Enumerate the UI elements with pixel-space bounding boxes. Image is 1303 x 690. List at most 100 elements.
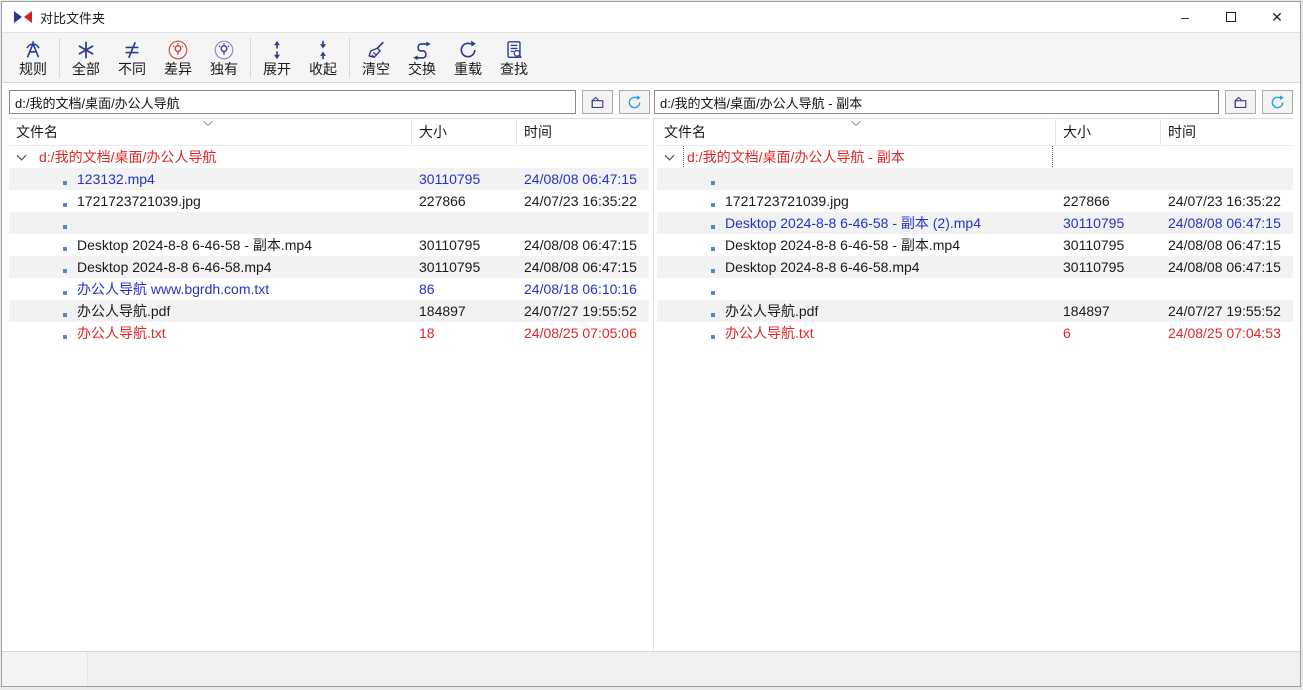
size-cell: 86 <box>412 281 517 297</box>
swap-icon <box>411 39 433 61</box>
file-name: 1721723721039.jpg <box>77 193 201 209</box>
column-header-filename[interactable]: 文件名 <box>9 119 412 145</box>
missing-file-row[interactable] <box>9 212 649 234</box>
window-title: 对比文件夹 <box>40 8 105 27</box>
column-header-time[interactable]: 时间 <box>517 119 649 145</box>
file-row[interactable]: 1721723721039.jpg 227866 24/07/23 16:35:… <box>9 190 649 212</box>
toolbar-button-label: 展开 <box>263 62 291 77</box>
toolbar-button-交换[interactable]: 交换 <box>399 35 445 81</box>
file-dot-icon <box>711 335 715 339</box>
time-cell: 24/08/08 06:47:15 <box>517 259 649 275</box>
column-header-size[interactable]: 大小 <box>1056 119 1161 145</box>
right-path-input[interactable] <box>654 90 1219 114</box>
size-cell: 6 <box>1056 325 1161 341</box>
file-dot-icon <box>63 247 67 251</box>
file-row[interactable]: 办公人导航.txt 18 24/08/25 07:05:06 <box>9 322 649 344</box>
column-header-time[interactable]: 时间 <box>1161 119 1293 145</box>
file-row[interactable]: 办公人导航.txt 6 24/08/25 07:04:53 <box>657 322 1293 344</box>
brush-clear-icon <box>365 39 387 61</box>
file-row[interactable]: Desktop 2024-8-8 6-46-58 - 副本.mp4 301107… <box>657 234 1293 256</box>
app-window: 对比文件夹 – ✕ 规则 全部 不同 差异 独有 <box>1 1 1301 687</box>
missing-file-row[interactable] <box>657 168 1293 190</box>
file-row[interactable]: 办公人导航.pdf 184897 24/07/27 19:55:52 <box>657 300 1293 322</box>
file-row[interactable]: Desktop 2024-8-8 6-46-58.mp4 30110795 24… <box>9 256 649 278</box>
file-name: Desktop 2024-8-8 6-46-58 - 副本.mp4 <box>725 235 960 255</box>
file-name: 办公人导航.pdf <box>725 301 818 321</box>
tree-expand-chevron-icon[interactable] <box>664 154 675 161</box>
right-file-panel: 文件名 大小 时间 d:/我的文档/桌面/办公人导航 - 副本 <box>653 118 1293 651</box>
left-file-tree: d:/我的文档/桌面/办公人导航 123132.mp4 30110795 24/… <box>9 146 649 651</box>
file-dot-icon <box>63 335 67 339</box>
missing-file-row[interactable] <box>657 278 1293 300</box>
size-cell: 227866 <box>412 193 517 209</box>
file-name: Desktop 2024-8-8 6-46-58 - 副本 (2).mp4 <box>725 213 981 233</box>
tree-root-row[interactable]: d:/我的文档/桌面/办公人导航 - 副本 <box>657 146 1293 168</box>
reload-icon <box>457 39 479 61</box>
file-name: 办公人导航.txt <box>725 323 814 343</box>
toolbar-button-规则[interactable]: 规则 <box>10 35 56 81</box>
column-header-filename[interactable]: 文件名 <box>657 119 1056 145</box>
right-browse-button[interactable] <box>1225 90 1256 114</box>
left-path-input[interactable] <box>9 90 576 114</box>
file-name: 办公人导航 www.bgrdh.com.txt <box>77 279 269 299</box>
toolbar-button-清空[interactable]: 清空 <box>353 35 399 81</box>
close-button[interactable]: ✕ <box>1254 2 1300 32</box>
right-file-tree: d:/我的文档/桌面/办公人导航 - 副本 1721723721039.jpg … <box>657 146 1293 651</box>
file-dot-icon <box>63 203 67 207</box>
collapse-icon <box>312 39 334 61</box>
path-row <box>2 83 1300 118</box>
toolbar: 规则 全部 不同 差异 独有 展开 收起 <box>2 32 1300 83</box>
file-name: 办公人导航.txt <box>77 323 166 343</box>
toolbar-button-不同[interactable]: 不同 <box>109 35 155 81</box>
toolbar-button-label: 交换 <box>408 62 436 77</box>
minimize-button[interactable]: – <box>1162 2 1208 32</box>
right-refresh-button[interactable] <box>1262 90 1293 114</box>
root-folder-label[interactable]: d:/我的文档/桌面/办公人导航 - 副本 <box>684 146 1052 168</box>
file-dot-icon <box>711 313 715 317</box>
right-column-headers: 文件名 大小 时间 <box>657 119 1293 146</box>
file-name: Desktop 2024-8-8 6-46-58.mp4 <box>77 259 272 275</box>
window-controls: – ✕ <box>1162 2 1300 32</box>
file-row[interactable]: Desktop 2024-8-8 6-46-58 - 副本.mp4 301107… <box>9 234 649 256</box>
file-name: 1721723721039.jpg <box>725 193 849 209</box>
toolbar-button-全部[interactable]: 全部 <box>63 35 109 81</box>
toolbar-separator <box>250 38 251 78</box>
toolbar-button-重载[interactable]: 重载 <box>445 35 491 81</box>
bulb-red-icon <box>167 39 189 61</box>
file-row[interactable]: Desktop 2024-8-8 6-46-58 - 副本 (2).mp4 30… <box>657 212 1293 234</box>
file-dot-icon <box>63 269 67 273</box>
not-equal-icon <box>121 39 143 61</box>
file-row[interactable]: 办公人导航.pdf 184897 24/07/27 19:55:52 <box>9 300 649 322</box>
status-bar <box>2 651 1300 686</box>
compare-panels: 文件名 大小 时间 d:/我的文档/桌面/办公人导航 123132.mp4 30… <box>2 118 1300 651</box>
tree-root-row[interactable]: d:/我的文档/桌面/办公人导航 <box>9 146 649 168</box>
size-cell: 30110795 <box>412 259 517 275</box>
column-header-size[interactable]: 大小 <box>412 119 517 145</box>
size-cell: 30110795 <box>1056 215 1161 231</box>
left-browse-button[interactable] <box>582 90 613 114</box>
sort-indicator-icon <box>202 120 214 127</box>
maximize-button[interactable] <box>1208 2 1254 32</box>
toolbar-button-差异[interactable]: 差异 <box>155 35 201 81</box>
toolbar-button-查找[interactable]: 查找 <box>491 35 537 81</box>
folder-browse-icon <box>1232 94 1249 111</box>
file-dot-icon <box>711 247 715 251</box>
left-refresh-button[interactable] <box>619 90 650 114</box>
folder-browse-icon <box>589 94 606 111</box>
file-row[interactable]: 办公人导航 www.bgrdh.com.txt 86 24/08/18 06:1… <box>9 278 649 300</box>
toolbar-button-独有[interactable]: 独有 <box>201 35 247 81</box>
time-cell: 24/08/25 07:05:06 <box>517 325 649 341</box>
size-cell: 227866 <box>1056 193 1161 209</box>
toolbar-button-展开[interactable]: 展开 <box>254 35 300 81</box>
tree-expand-chevron-icon[interactable] <box>16 154 27 161</box>
size-cell: 184897 <box>412 303 517 319</box>
left-file-panel: 文件名 大小 时间 d:/我的文档/桌面/办公人导航 123132.mp4 30… <box>9 118 649 651</box>
file-row[interactable]: 123132.mp4 30110795 24/08/08 06:47:15 <box>9 168 649 190</box>
file-row[interactable]: Desktop 2024-8-8 6-46-58.mp4 30110795 24… <box>657 256 1293 278</box>
toolbar-button-label: 规则 <box>19 62 47 77</box>
find-icon <box>503 39 525 61</box>
toolbar-button-收起[interactable]: 收起 <box>300 35 346 81</box>
time-cell: 24/07/27 19:55:52 <box>1161 303 1293 319</box>
time-cell: 24/08/08 06:47:15 <box>517 171 649 187</box>
file-row[interactable]: 1721723721039.jpg 227866 24/07/23 16:35:… <box>657 190 1293 212</box>
